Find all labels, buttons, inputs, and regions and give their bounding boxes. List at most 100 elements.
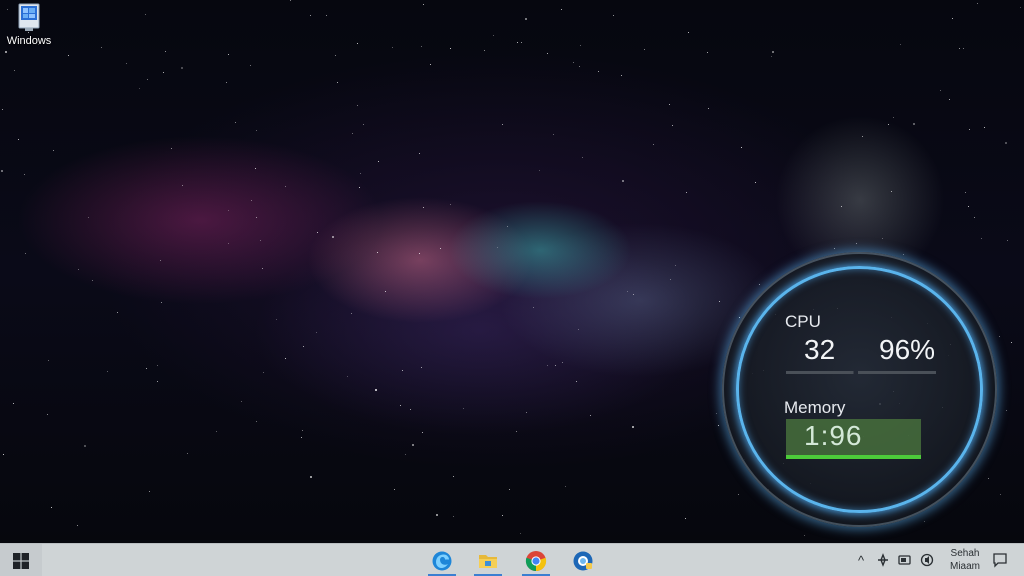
star — [562, 362, 563, 363]
star — [157, 365, 158, 366]
tray-network-icon[interactable] — [875, 552, 891, 568]
star — [181, 67, 183, 69]
star — [590, 415, 591, 416]
star — [357, 105, 358, 106]
star — [3, 454, 4, 455]
star — [565, 486, 566, 487]
star — [644, 49, 645, 50]
star — [302, 430, 303, 431]
star — [117, 312, 118, 313]
desktop-icon-windows[interactable]: Windows — [2, 2, 56, 52]
star — [718, 425, 719, 426]
star — [255, 168, 256, 169]
star — [539, 170, 540, 171]
star — [326, 15, 327, 16]
star — [959, 48, 960, 49]
star — [580, 45, 581, 46]
star — [755, 182, 756, 183]
star — [351, 313, 352, 314]
start-button[interactable] — [0, 544, 42, 576]
star — [241, 401, 242, 402]
notification-icon — [993, 553, 1007, 568]
star — [360, 173, 361, 174]
star — [502, 515, 503, 516]
star — [888, 124, 889, 125]
star — [14, 70, 15, 71]
star — [256, 130, 257, 131]
taskbar-app-chrome[interactable] — [516, 545, 556, 576]
star — [1006, 410, 1007, 411]
system-monitor-widget[interactable]: CPU 32 96% Memory 1:96 — [722, 252, 997, 527]
star — [335, 55, 336, 56]
cpu-divider — [786, 371, 936, 374]
star — [290, 0, 291, 1]
star — [363, 124, 364, 125]
star — [107, 371, 108, 372]
star — [739, 317, 740, 318]
star — [317, 232, 318, 233]
star — [165, 51, 166, 52]
star — [226, 82, 227, 83]
star — [450, 48, 451, 49]
star — [686, 192, 687, 193]
star — [430, 64, 431, 65]
tray-volume-icon[interactable] — [919, 552, 935, 568]
windows-logo-icon — [13, 552, 29, 569]
star — [88, 217, 89, 218]
star — [359, 187, 360, 188]
star — [547, 53, 548, 54]
star — [924, 521, 925, 522]
browser-icon — [573, 551, 593, 570]
star — [613, 15, 614, 16]
star — [410, 409, 411, 410]
star — [520, 533, 521, 534]
star — [517, 42, 518, 43]
star — [216, 431, 217, 432]
star — [357, 43, 358, 44]
taskbar-app-edge[interactable] — [422, 545, 462, 576]
star — [392, 47, 393, 48]
star — [547, 365, 548, 366]
star — [516, 431, 517, 432]
star — [521, 42, 522, 43]
star — [1, 170, 3, 172]
star — [509, 489, 510, 490]
star — [579, 66, 580, 67]
star — [893, 117, 894, 118]
star — [1005, 142, 1007, 144]
star — [161, 302, 162, 303]
star — [965, 192, 966, 193]
cpu-value-percent: 96% — [879, 334, 936, 365]
star — [977, 3, 978, 4]
desktop-icon-label: Windows — [6, 35, 52, 47]
star — [149, 491, 150, 492]
taskbar-app-file-explorer[interactable] — [468, 545, 508, 576]
star — [940, 90, 941, 91]
star — [621, 75, 622, 76]
star — [622, 180, 624, 182]
tray-battery-icon[interactable] — [897, 552, 913, 568]
computer-icon — [18, 3, 40, 31]
taskbar-clock[interactable]: Sehah Miaam — [942, 547, 988, 573]
action-center-button[interactable] — [990, 550, 1010, 570]
star — [276, 319, 277, 320]
tray-chevron-icon[interactable]: ^ — [853, 552, 869, 568]
star — [1020, 7, 1021, 8]
star — [423, 207, 424, 208]
star — [235, 122, 236, 123]
star — [900, 44, 901, 45]
star — [502, 124, 503, 125]
star — [913, 123, 915, 125]
star — [988, 478, 989, 479]
clock-line-1: Sehah — [950, 548, 980, 559]
star — [507, 226, 508, 227]
star — [146, 368, 147, 369]
taskbar-app-browser[interactable] — [563, 545, 603, 576]
star — [377, 252, 378, 253]
star — [526, 412, 527, 413]
star — [139, 88, 140, 89]
star — [163, 72, 164, 73]
star — [862, 136, 863, 137]
star — [13, 403, 14, 404]
star — [147, 79, 148, 80]
